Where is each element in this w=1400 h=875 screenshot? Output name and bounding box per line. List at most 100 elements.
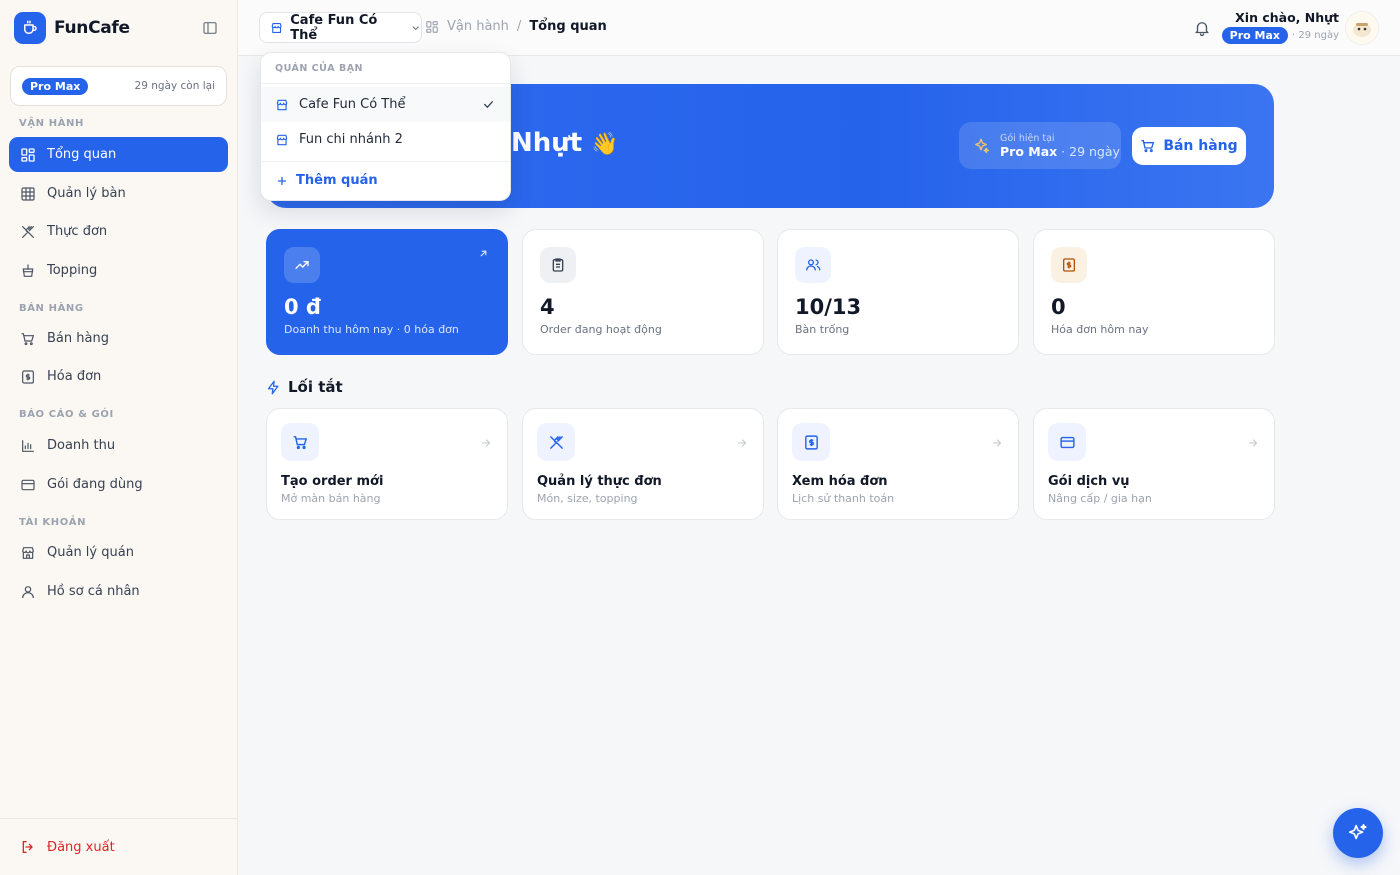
nav-section-sales: BÁN HÀNG (19, 303, 84, 314)
wave-emoji: 👋 (591, 132, 619, 157)
user-icon (22, 585, 34, 598)
nav-section-operations: VẬN HÀNH (19, 118, 84, 129)
stat-card-free-tables[interactable]: 10/13 Bàn trống (777, 229, 1019, 355)
shop-option-cafe-fun[interactable]: Cafe Fun Có Thể (261, 87, 510, 122)
utensils-crossed-icon (22, 225, 34, 238)
sidebar-item-manage-shops[interactable]: Quản lý quán (9, 535, 228, 570)
sidebar-item-label: Thực đơn (47, 224, 108, 239)
chevron-down-icon (412, 25, 419, 30)
shortcut-service-plan[interactable]: Gói dịch vụ Nâng cấp / gia hạn (1033, 408, 1275, 520)
clipboard-icon (540, 247, 576, 283)
breadcrumb-current: Tổng quan (529, 19, 607, 34)
stat-label: Bàn trống (795, 323, 850, 336)
sidebar: FunCafe Pro Max 29 ngày còn lại VẬN HÀNH… (0, 0, 238, 875)
receipt-icon (22, 369, 34, 384)
shop-dropdown-menu: QUÁN CỦA BẠN Cafe Fun Có Thể Fun chi nhá… (260, 52, 511, 201)
sidebar-item-label: Quản lý bàn (47, 186, 126, 201)
avatar[interactable] (1345, 11, 1379, 45)
ai-assistant-button[interactable] (1333, 808, 1383, 858)
sidebar-item-label: Gói đang dùng (47, 477, 143, 492)
shortcut-subtitle: Lịch sử thanh toán (792, 492, 895, 505)
stat-value: 0 (1051, 295, 1066, 319)
shortcut-title: Xem hóa đơn (792, 474, 888, 489)
lightning-icon (267, 380, 279, 394)
sidebar-item-sales[interactable]: Bán hàng (9, 321, 228, 356)
sell-button[interactable]: Bán hàng (1132, 127, 1246, 165)
stat-value: 10/13 (795, 295, 862, 319)
sidebar-item-current-plan[interactable]: Gói đang dùng (9, 467, 228, 502)
sidebar-item-label: Bán hàng (47, 331, 109, 346)
sidebar-item-profile[interactable]: Hồ sơ cá nhân (9, 574, 228, 609)
breadcrumb-parent[interactable]: Vận hành (447, 19, 509, 34)
shortcut-title: Tạo order mới (281, 474, 384, 489)
shortcuts-heading: Lối tắt (266, 378, 343, 396)
users-icon (795, 247, 831, 283)
stat-label: Order đang hoạt động (540, 323, 662, 336)
sidebar-item-invoices[interactable]: Hóa đơn (9, 359, 228, 394)
shortcut-view-invoices[interactable]: Xem hóa đơn Lịch sử thanh toán (777, 408, 1019, 520)
shortcut-title: Quản lý thực đơn (537, 474, 662, 489)
current-shop-name: Cafe Fun Có Thể (290, 12, 378, 43)
sidebar-item-label: Topping (47, 263, 98, 278)
stat-card-revenue[interactable]: 0 đ Doanh thu hôm nay · 0 hóa đơn (266, 229, 508, 355)
current-plan-name: Pro Max (1000, 143, 1058, 159)
stat-label: Hóa đơn hôm nay (1051, 323, 1149, 336)
dashboard-icon (426, 20, 438, 33)
sidebar-item-overview[interactable]: Tổng quan (9, 137, 228, 172)
arrow-right-icon (480, 437, 492, 449)
sidebar-toggle-icon[interactable] (202, 20, 218, 36)
add-shop-label: Thêm quán (296, 173, 378, 188)
shop-switcher[interactable]: Cafe Fun Có Thể (259, 12, 422, 43)
utensils-crossed-icon (537, 423, 575, 461)
arrow-right-icon (1247, 437, 1259, 449)
breadcrumb: Vận hành / Tổng quan (425, 19, 607, 34)
shortcut-manage-menu[interactable]: Quản lý thực đơn Món, size, topping (522, 408, 764, 520)
stat-card-invoices-today[interactable]: 0 Hóa đơn hôm nay (1033, 229, 1275, 355)
sell-button-label: Bán hàng (1163, 138, 1238, 154)
current-plan-days: · 29 ngày (1057, 143, 1120, 159)
store-icon (22, 546, 34, 559)
dropdown-header: QUÁN CỦA BẠN (261, 53, 510, 84)
cup-icon (22, 263, 34, 277)
brand[interactable]: FunCafe (14, 12, 130, 44)
bell-icon[interactable] (1193, 19, 1211, 37)
avatar-image-icon (1353, 23, 1371, 37)
breadcrumb-separator: / (516, 19, 522, 34)
sidebar-item-label: Hồ sơ cá nhân (47, 584, 140, 599)
arrow-right-icon (991, 437, 1003, 449)
stat-value: 4 (540, 295, 555, 319)
shop-option-label: Cafe Fun Có Thể (299, 97, 406, 112)
greeting: Xin chào, Nhựt (1235, 10, 1339, 25)
check-icon (482, 98, 495, 111)
credit-card-icon (21, 479, 35, 490)
sidebar-item-menu[interactable]: Thực đơn (9, 214, 228, 249)
sidebar-item-topping[interactable]: Topping (9, 253, 228, 288)
plan-badge: Pro Max (1221, 27, 1288, 44)
shortcut-subtitle: Nâng cấp / gia hạn (1048, 492, 1152, 505)
arrow-up-right-icon (478, 248, 489, 259)
stat-value: 0 đ (284, 295, 321, 319)
shop-option-branch-2[interactable]: Fun chi nhánh 2 (261, 122, 510, 157)
sidebar-item-tables[interactable]: Quản lý bàn (9, 176, 228, 211)
sidebar-item-label: Hóa đơn (47, 369, 102, 384)
nav-section-account: TÀI KHOẢN (19, 517, 87, 528)
stat-card-active-orders[interactable]: 4 Order đang hoạt động (522, 229, 764, 355)
current-plan-label: Gói hiện tại (1000, 132, 1055, 144)
sidebar-item-revenue[interactable]: Doanh thu (9, 428, 228, 463)
user-info[interactable]: Xin chào, Nhựt Pro Max · 29 ngày (1221, 10, 1339, 44)
add-shop-button[interactable]: Thêm quán (261, 161, 510, 199)
cart-icon (1141, 140, 1155, 153)
shortcut-title: Gói dịch vụ (1048, 474, 1130, 489)
cart-icon (21, 332, 35, 345)
shop-option-label: Fun chi nhánh 2 (299, 132, 403, 147)
sparkles-icon (975, 138, 990, 153)
logout-button[interactable]: Đăng xuất (0, 818, 238, 875)
topbar: Cafe Fun Có Thể Vận hành / Tổng quan Xin… (238, 0, 1400, 56)
logout-label: Đăng xuất (47, 839, 115, 855)
shortcut-new-order[interactable]: Tạo order mới Mở màn bán hàng (266, 408, 508, 520)
plan-card[interactable]: Pro Max 29 ngày còn lại (10, 66, 227, 106)
arrow-right-icon (736, 437, 748, 449)
store-icon (271, 22, 282, 33)
nav-section-reports: BÁO CÁO & GÓI (19, 409, 114, 420)
shortcut-subtitle: Món, size, topping (537, 492, 638, 505)
